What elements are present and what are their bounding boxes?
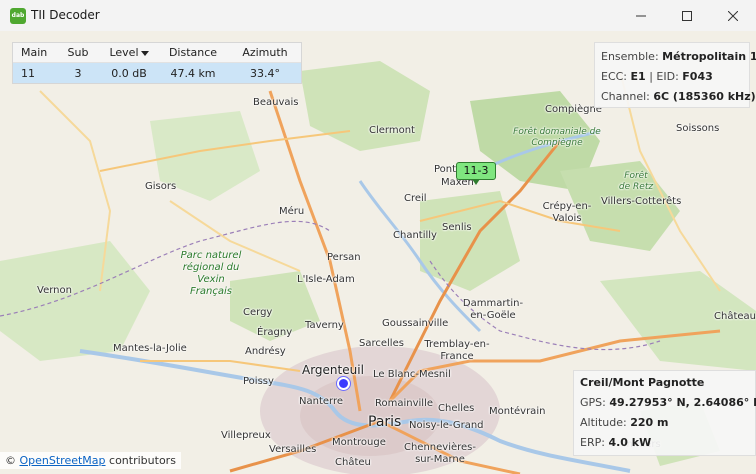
- minimize-icon: [636, 15, 646, 16]
- map-label-tremblay: Tremblay-en-France: [424, 339, 490, 362]
- map-label-versailles: Versailles: [269, 444, 317, 455]
- col-header-sub[interactable]: Sub: [55, 46, 101, 59]
- map-label-meru: Méru: [279, 206, 305, 217]
- close-button[interactable]: [710, 0, 756, 31]
- map-label-argenteuil: Argenteuil: [302, 363, 364, 377]
- map-label-lisle-adam: L'Isle-Adam: [297, 274, 355, 285]
- channel-line: Channel: 6C (185360 kHz): [601, 90, 756, 103]
- map-label-blanc-mesnil: Le Blanc-Mesnil: [373, 369, 451, 380]
- altitude-line: Altitude: 220 m: [580, 416, 669, 429]
- map-attribution: © OpenStreetMap contributors: [0, 452, 181, 469]
- map-label-chantilly: Chantilly: [393, 230, 437, 241]
- ensemble-line: Ensemble: Métropolitain 1: [601, 50, 756, 63]
- map-label-chateu: Châteu: [335, 457, 371, 468]
- col-header-distance[interactable]: Distance: [157, 46, 229, 59]
- map-label-soissons: Soissons: [676, 123, 720, 134]
- cell-main: 11: [21, 66, 35, 80]
- cell-azimuth: 33.4°: [250, 66, 280, 80]
- erp-line: ERP: 4.0 kW: [580, 436, 652, 449]
- map-label-chelles: Chelles: [438, 403, 475, 414]
- col-header-level-label: Level: [109, 46, 139, 59]
- map-label-mantes: Mantes-la-Jolie: [113, 343, 187, 354]
- dab-app-icon: dab: [10, 8, 26, 24]
- map-label-beauvais: Beauvais: [253, 97, 299, 108]
- map-label-paris: Paris: [368, 414, 402, 430]
- map-label-vernon: Vernon: [37, 285, 72, 296]
- cell-distance: 47.4 km: [170, 66, 216, 80]
- title-bar: dab TII Decoder: [0, 0, 756, 31]
- map-label-taverny: Taverny: [305, 320, 344, 331]
- map-label-goussainville: Goussainville: [382, 318, 449, 329]
- gps-line: GPS: 49.27953° N, 2.64086° E: [580, 393, 756, 413]
- map-label-montrouge: Montrouge: [332, 437, 386, 448]
- tii-table[interactable]: Main Sub Level Distance Azimuth 11 3 0.0…: [12, 42, 302, 84]
- map-label-montevrain: Montévrain: [489, 406, 546, 417]
- map-label-romainville: Romainville: [375, 398, 434, 409]
- transmitter-marker-pointer: [472, 179, 480, 185]
- maximize-icon: [682, 10, 692, 21]
- col-header-level[interactable]: Level: [101, 46, 157, 59]
- minimize-button[interactable]: [618, 0, 664, 31]
- map-label-clermont: Clermont: [369, 125, 415, 136]
- sort-desc-icon: [140, 50, 149, 56]
- map-label-crepy: Crépy-en-Valois: [542, 201, 592, 224]
- window-title: TII Decoder: [31, 8, 100, 22]
- map-label-noisy: Noisy-le-Grand: [409, 420, 484, 431]
- map-label-foret-compiegne: Forêt domaniale de Compiègne: [513, 127, 601, 148]
- cell-sub: 3: [74, 66, 82, 80]
- transmitter-info-panel: Creil/Mont Pagnotte GPS: 49.27953° N, 2.…: [573, 370, 756, 456]
- table-header: Main Sub Level Distance Azimuth: [13, 43, 301, 63]
- map-label-chateau: Château: [714, 311, 756, 322]
- map-label-eragny: Éragny: [257, 327, 293, 338]
- map-label-andresy: Andrésy: [245, 346, 286, 357]
- map-label-parc-vexin: Parc naturel régional du Vexin Français: [180, 250, 242, 297]
- channel-value: 6C (185360 kHz): [653, 90, 756, 103]
- eid-value: F043: [682, 70, 713, 83]
- receiver-location-dot: [337, 377, 350, 390]
- map-label-gisors: Gisors: [145, 181, 177, 192]
- map-label-cergy: Cergy: [243, 307, 273, 318]
- col-header-azimuth[interactable]: Azimuth: [229, 46, 301, 59]
- ecc-eid-line: ECC: E1 | EID: F043: [601, 70, 713, 83]
- close-icon: [728, 10, 738, 21]
- ensemble-name: Métropolitain 1: [662, 50, 756, 63]
- map-label-dammartin: Dammartin-en-Goële: [462, 298, 524, 321]
- map-label-sarcelles: Sarcelles: [359, 338, 404, 349]
- gps-value: 49.27953° N, 2.64086° E: [609, 396, 756, 409]
- erp-value: 4.0 kW: [608, 436, 652, 449]
- ensemble-info-panel: Ensemble: Métropolitain 1 ECC: E1 | EID:…: [594, 42, 756, 108]
- transmitter-name: Creil/Mont Pagnotte: [580, 376, 705, 389]
- transmitter-marker[interactable]: 11-3: [456, 162, 496, 180]
- maximize-button[interactable]: [664, 0, 710, 31]
- map-label-poissy: Poissy: [243, 376, 274, 387]
- cell-level: 0.0 dB: [111, 66, 147, 80]
- ecc-value: E1: [630, 70, 646, 83]
- map-label-foret-retz: Forêt de Retz: [618, 171, 654, 192]
- openstreetmap-link[interactable]: OpenStreetMap: [20, 454, 106, 467]
- map-label-nanterre: Nanterre: [299, 396, 343, 407]
- map-label-pont: Pont: [434, 164, 457, 175]
- map-label-creil: Creil: [404, 193, 427, 204]
- map-label-chennevieres: Chennevières-sur-Marne: [403, 442, 476, 465]
- map-label-villers: Villers-Cotterêts: [601, 196, 682, 207]
- map-label-senlis: Senlis: [442, 222, 472, 233]
- col-header-main[interactable]: Main: [13, 46, 55, 59]
- table-row[interactable]: 11 3 0.0 dB 47.4 km 33.4°: [13, 63, 301, 83]
- altitude-value: 220 m: [630, 416, 669, 429]
- map-label-villepreux: Villepreux: [221, 430, 271, 441]
- map-label-persan: Persan: [327, 252, 361, 263]
